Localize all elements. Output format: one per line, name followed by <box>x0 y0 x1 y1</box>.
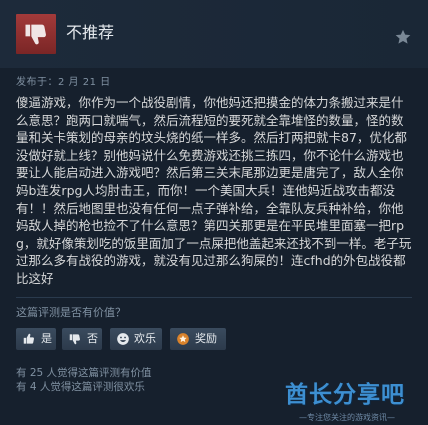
vote-yes-label: 是 <box>41 332 52 345</box>
thumbs-down-icon <box>69 334 80 345</box>
vote-no-button[interactable]: 否 <box>62 328 102 350</box>
posted-date: 发布于：2 月 21 日 <box>16 77 111 88</box>
thumbs-up-icon <box>23 333 34 344</box>
recommendation-label: 不推荐 <box>66 23 115 42</box>
watermark-subtitle: —专注您关注的游戏资讯— <box>299 413 395 422</box>
thumbs-down-icon <box>25 24 46 45</box>
vote-funny-button[interactable]: 欢乐 <box>110 328 162 350</box>
award-icon <box>177 333 189 345</box>
watermark-title: 酋长分享吧 <box>285 382 405 408</box>
watermark: 酋长分享吧 —专注您关注的游戏资讯— <box>285 375 425 425</box>
award-button[interactable]: 奖励 <box>170 328 226 350</box>
review-card: 不推荐 发布于：2 月 21 日 傻逼游戏，你作为一个战役剧情，你他妈还把摸金的… <box>0 0 428 425</box>
review-header: 不推荐 <box>0 0 428 68</box>
star-icon[interactable] <box>394 28 412 46</box>
award-label: 奖励 <box>195 332 217 345</box>
vote-yes-button[interactable]: 是 <box>16 328 56 350</box>
helpful-count: 有 25 人觉得这篇评测有价值 <box>16 367 152 379</box>
vote-no-label: 否 <box>87 332 98 345</box>
divider <box>16 297 412 298</box>
funny-count: 有 4 人觉得这篇评测很欢乐 <box>16 381 145 393</box>
review-body: 傻逼游戏，你作为一个战役剧情，你他妈还把摸金的体力条搬过来是什么意思？跑两口就喘… <box>16 95 412 286</box>
smiley-icon <box>117 333 129 345</box>
helpful-question: 这篇评测是否有价值？ <box>16 306 126 319</box>
vote-funny-label: 欢乐 <box>134 332 156 345</box>
thumbs-down-badge <box>16 14 56 54</box>
